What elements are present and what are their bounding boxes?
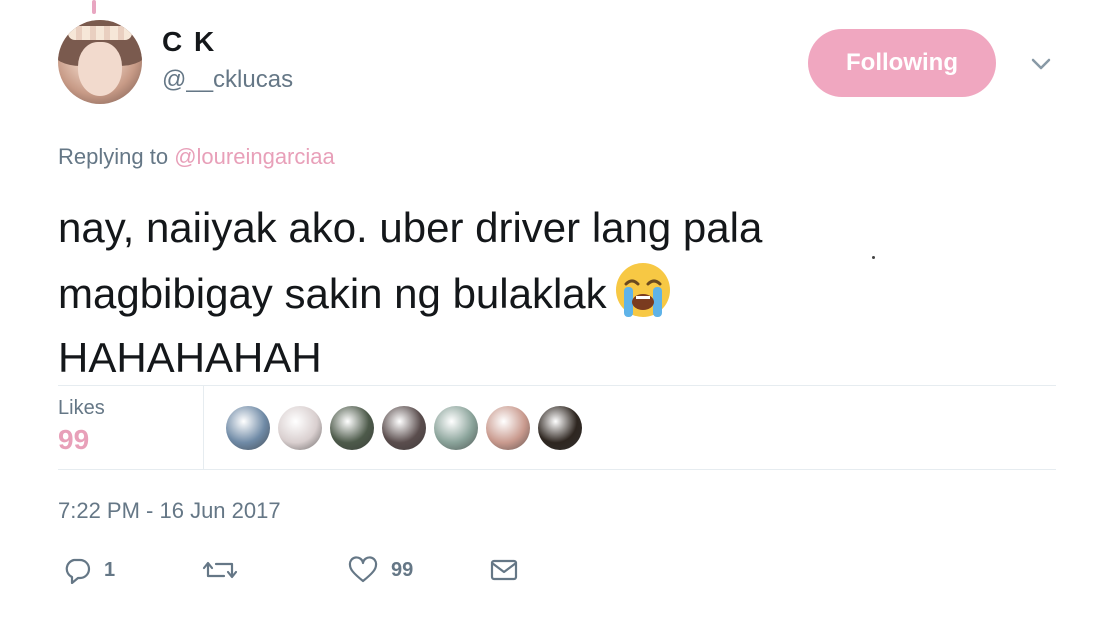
tweet-card: C K @__cklucas Following Replying to @lo… [0,0,1120,630]
tweet-text-line-1: nay, naiiyak ako. uber driver lang pala [58,204,763,251]
replying-to: Replying to @loureingarciaa [58,144,335,170]
like-action[interactable]: 99 [347,555,413,585]
direct-message-action[interactable] [488,555,520,585]
likes-label[interactable]: Likes [58,397,105,420]
tweet-text-line-3: HAHAHAHAH [58,334,322,381]
reply-icon [65,558,91,584]
envelope-icon [490,559,518,581]
following-button[interactable]: Following [808,29,996,97]
display-name[interactable]: C K [162,26,216,58]
stats-divider-bottom [58,469,1056,470]
avatar[interactable] [58,20,142,104]
liker-avatar-6[interactable] [486,406,530,450]
liker-avatar-3[interactable] [330,406,374,450]
tweet-text: nay, naiiyak ako. uber driver lang pala … [58,196,938,390]
tweet-text-line-2: magbibigay sakin ng bulaklak [58,260,938,326]
loudly-crying-face-icon [615,263,670,317]
like-count: 99 [391,558,414,581]
retweet-action[interactable] [202,555,250,585]
liker-avatar-7[interactable] [538,406,582,450]
reply-count: 1 [104,558,116,581]
reply-action[interactable]: 1 [62,555,115,585]
heart-icon [348,556,378,583]
liker-avatar-1[interactable] [226,406,270,450]
tweet-text-line-2-text: magbibigay sakin ng bulaklak [58,270,607,317]
thread-connector [92,0,96,14]
stats-divider-top [58,385,1056,386]
user-handle[interactable]: @__cklucas [162,66,293,94]
likes-count[interactable]: 99 [58,424,89,456]
chevron-down-icon[interactable] [1027,50,1055,78]
liker-avatar-4[interactable] [382,406,426,450]
stray-dot [872,256,875,259]
liker-avatar-5[interactable] [434,406,478,450]
liker-avatar-2[interactable] [278,406,322,450]
stats-vertical-divider [203,386,204,469]
replying-to-label: Replying to [58,144,169,169]
reply-mention-link[interactable]: @loureingarciaa [174,144,335,169]
retweet-icon [202,561,238,579]
tweet-timestamp[interactable]: 7:22 PM - 16 Jun 2017 [58,498,281,524]
